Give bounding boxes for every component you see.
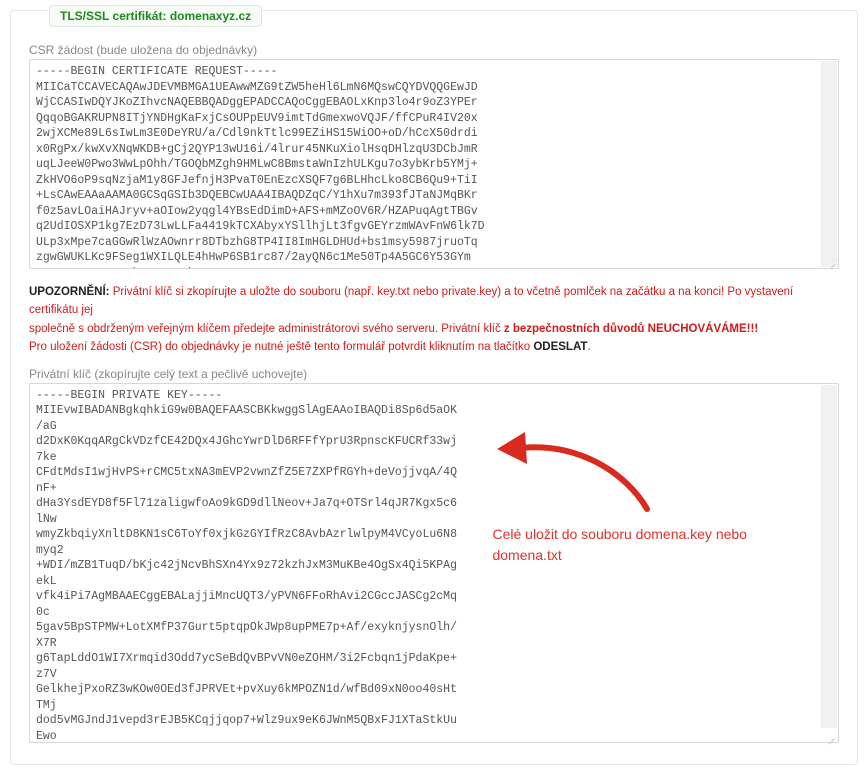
warning-line3b: ODESLAT [533, 341, 587, 353]
private-key-textarea[interactable] [30, 384, 482, 742]
warning-text: UPOZORNĚNÍ: Privátní klíč si zkopírujte … [29, 283, 839, 357]
warning-label: UPOZORNĚNÍ: [29, 286, 110, 298]
private-key-scrollbar[interactable] [821, 385, 837, 728]
annotation-area: Celé uložit do souboru domena.key nebo d… [482, 384, 838, 742]
private-key-label: Privátní klíč (zkopírujte celý text a pe… [29, 367, 839, 381]
badge-domain: domenaxyz.cz [170, 9, 251, 23]
warning-line1a: Privátní klíč si zkopírujte a uložte do … [29, 286, 793, 316]
certificate-panel: TLS/SSL certifikát: domenaxyz.cz CSR žád… [10, 10, 858, 765]
warning-line3c: . [587, 341, 590, 353]
csr-textarea-wrap [29, 59, 839, 269]
warning-line3a: Pro uložení žádosti (CSR) do objednávky … [29, 341, 533, 353]
csr-label: CSR žádost (bude uložena do objednávky) [29, 43, 839, 57]
warning-line2a: společně s obdrženým veřejným klíčem pře… [29, 323, 504, 335]
certificate-badge: TLS/SSL certifikát: domenaxyz.cz [49, 5, 262, 27]
warning-line2b: z bezpečnostních důvodů NEUCHOVÁVÁME!!! [504, 323, 758, 335]
csr-textarea[interactable] [30, 60, 838, 268]
badge-prefix: TLS/SSL certifikát: [60, 9, 170, 23]
private-key-wrap: Celé uložit do souboru domena.key nebo d… [29, 383, 839, 743]
csr-scrollbar[interactable] [821, 61, 837, 267]
annotation-arrow-icon [487, 414, 667, 524]
annotation-caption: Celé uložit do souboru domena.key nebo d… [492, 524, 752, 566]
